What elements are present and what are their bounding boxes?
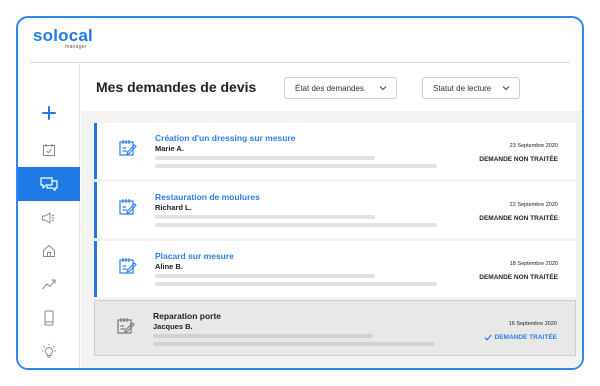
request-status-label: DEMANDE TRAITÉE xyxy=(494,334,557,341)
request-title[interactable]: Reparation porte xyxy=(153,311,221,321)
request-status: DEMANDE TRAITÉE xyxy=(483,334,557,341)
sidebar-item-mobile[interactable] xyxy=(18,301,80,335)
top-bar: solocal manager xyxy=(18,18,582,62)
quote-document-icon xyxy=(119,140,137,156)
quote-document-icon xyxy=(119,199,137,215)
request-status: DEMANDE NON TRAITÉE xyxy=(479,215,558,222)
text-placeholder-line xyxy=(155,282,437,286)
request-status: DEMANDE NON TRAITÉE xyxy=(479,156,558,163)
request-card[interactable]: Restauration de moulures Richard L. 22 S… xyxy=(94,182,576,238)
text-placeholder-line xyxy=(153,334,373,338)
lightbulb-icon xyxy=(42,343,56,358)
request-date: 23 Septembre 2020 xyxy=(509,143,558,149)
sidebar-item-home[interactable] xyxy=(18,234,80,268)
calendar-icon xyxy=(43,144,55,156)
filter-read-status-dropdown[interactable]: Statut de lecture xyxy=(422,77,520,99)
sidebar xyxy=(18,63,80,368)
sidebar-item-calendar[interactable] xyxy=(18,133,80,167)
checkmark-icon xyxy=(483,334,492,341)
sidebar-item-messages[interactable] xyxy=(18,167,80,201)
request-date: 16 Septembre 2020 xyxy=(508,321,557,327)
request-card[interactable]: Création d'un dressing sur mesure Marie … xyxy=(94,123,576,179)
request-client-name: Richard L. xyxy=(155,203,192,212)
mobile-icon xyxy=(44,310,54,326)
brand-logo-subtitle: manager xyxy=(65,44,87,50)
filter-label: État des demandes xyxy=(295,83,364,93)
request-title[interactable]: Placard sur mesure xyxy=(155,251,234,261)
request-client-name: Jacques B. xyxy=(153,322,193,331)
request-card[interactable]: Placard sur mesure Aline B. 18 Septembre… xyxy=(94,241,576,297)
filter-request-state-dropdown[interactable]: État des demandes xyxy=(284,77,397,99)
text-placeholder-line xyxy=(155,156,375,160)
request-client-name: Marie A. xyxy=(155,144,184,153)
sidebar-item-statistics[interactable] xyxy=(18,267,80,301)
quote-document-icon xyxy=(117,318,135,334)
main-content: Mes demandes de devis État des demandes … xyxy=(81,63,582,368)
chevron-down-icon xyxy=(379,86,387,91)
megaphone-icon xyxy=(42,212,55,224)
plus-icon xyxy=(42,106,56,120)
request-card[interactable]: Reparation porte Jacques B. 16 Septembre… xyxy=(94,300,576,356)
text-placeholder-line xyxy=(155,164,437,168)
text-placeholder-line xyxy=(155,274,375,278)
quote-document-icon xyxy=(119,258,137,274)
sidebar-item-add[interactable] xyxy=(18,96,80,130)
page-title: Mes demandes de devis xyxy=(96,79,257,95)
text-placeholder-line xyxy=(153,342,435,346)
request-date: 18 Septembre 2020 xyxy=(509,261,558,267)
home-icon xyxy=(43,245,55,257)
trend-icon xyxy=(42,279,56,290)
chevron-down-icon xyxy=(502,86,510,91)
request-status: DEMANDE NON TRAITÉE xyxy=(479,274,558,281)
filter-label: Statut de lecture xyxy=(433,83,492,93)
text-placeholder-line xyxy=(155,215,375,219)
sidebar-item-campaigns[interactable] xyxy=(18,201,80,235)
request-list: Création d'un dressing sur mesure Marie … xyxy=(81,111,582,368)
request-title[interactable]: Restauration de moulures xyxy=(155,192,260,202)
request-client-name: Aline B. xyxy=(155,262,183,271)
sidebar-item-ideas[interactable] xyxy=(18,334,80,368)
brand-logo[interactable]: solocal xyxy=(33,26,93,46)
text-placeholder-line xyxy=(155,223,437,227)
app-window: solocal manager Mes demandes de devis Ét… xyxy=(16,16,584,370)
chat-icon xyxy=(40,177,58,192)
request-date: 22 Septembre 2020 xyxy=(509,202,558,208)
request-title[interactable]: Création d'un dressing sur mesure xyxy=(155,133,295,143)
